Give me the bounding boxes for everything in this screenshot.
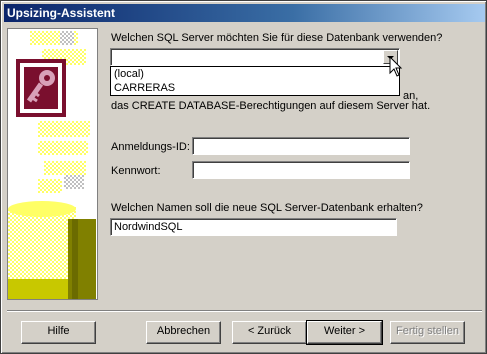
dropdown-option-local[interactable]: (local): [111, 67, 399, 81]
password-input[interactable]: [192, 161, 410, 179]
cancel-button[interactable]: Abbrechen: [146, 321, 221, 344]
wizard-illustration: [7, 28, 98, 300]
password-label: Kennwort:: [111, 165, 161, 177]
login-id-label: Anmeldungs-ID:: [111, 141, 190, 153]
mouse-cursor-icon: [389, 56, 403, 77]
window-title: Upsizing-Assistent: [7, 6, 116, 20]
database-name-input[interactable]: NordwindSQL: [110, 218, 397, 236]
server-question: Welchen SQL Server möchten Sie für diese…: [111, 32, 443, 44]
server-hint-line2: das CREATE DATABASE-Berechtigungen auf d…: [111, 100, 431, 112]
database-key-icon: [8, 31, 96, 299]
login-id-input[interactable]: [192, 137, 410, 155]
sql-server-dropdown-list: (local) CARRERAS: [110, 66, 400, 96]
finish-button[interactable]: Fertig stellen: [390, 321, 465, 344]
next-button[interactable]: Weiter >: [306, 320, 383, 345]
title-bar[interactable]: Upsizing-Assistent: [4, 4, 485, 22]
sql-server-combobox[interactable]: [110, 48, 400, 66]
back-button[interactable]: < Zurück: [232, 321, 307, 344]
help-button[interactable]: Hilfe: [21, 321, 96, 344]
button-separator: [7, 310, 482, 312]
database-name-question: Welchen Namen soll die neue SQL Server-D…: [111, 202, 423, 214]
dropdown-option-carreras[interactable]: CARRERAS: [111, 81, 399, 95]
upsizing-wizard-window: Upsizing-Assistent Welchen SQL Server mö…: [0, 0, 487, 354]
